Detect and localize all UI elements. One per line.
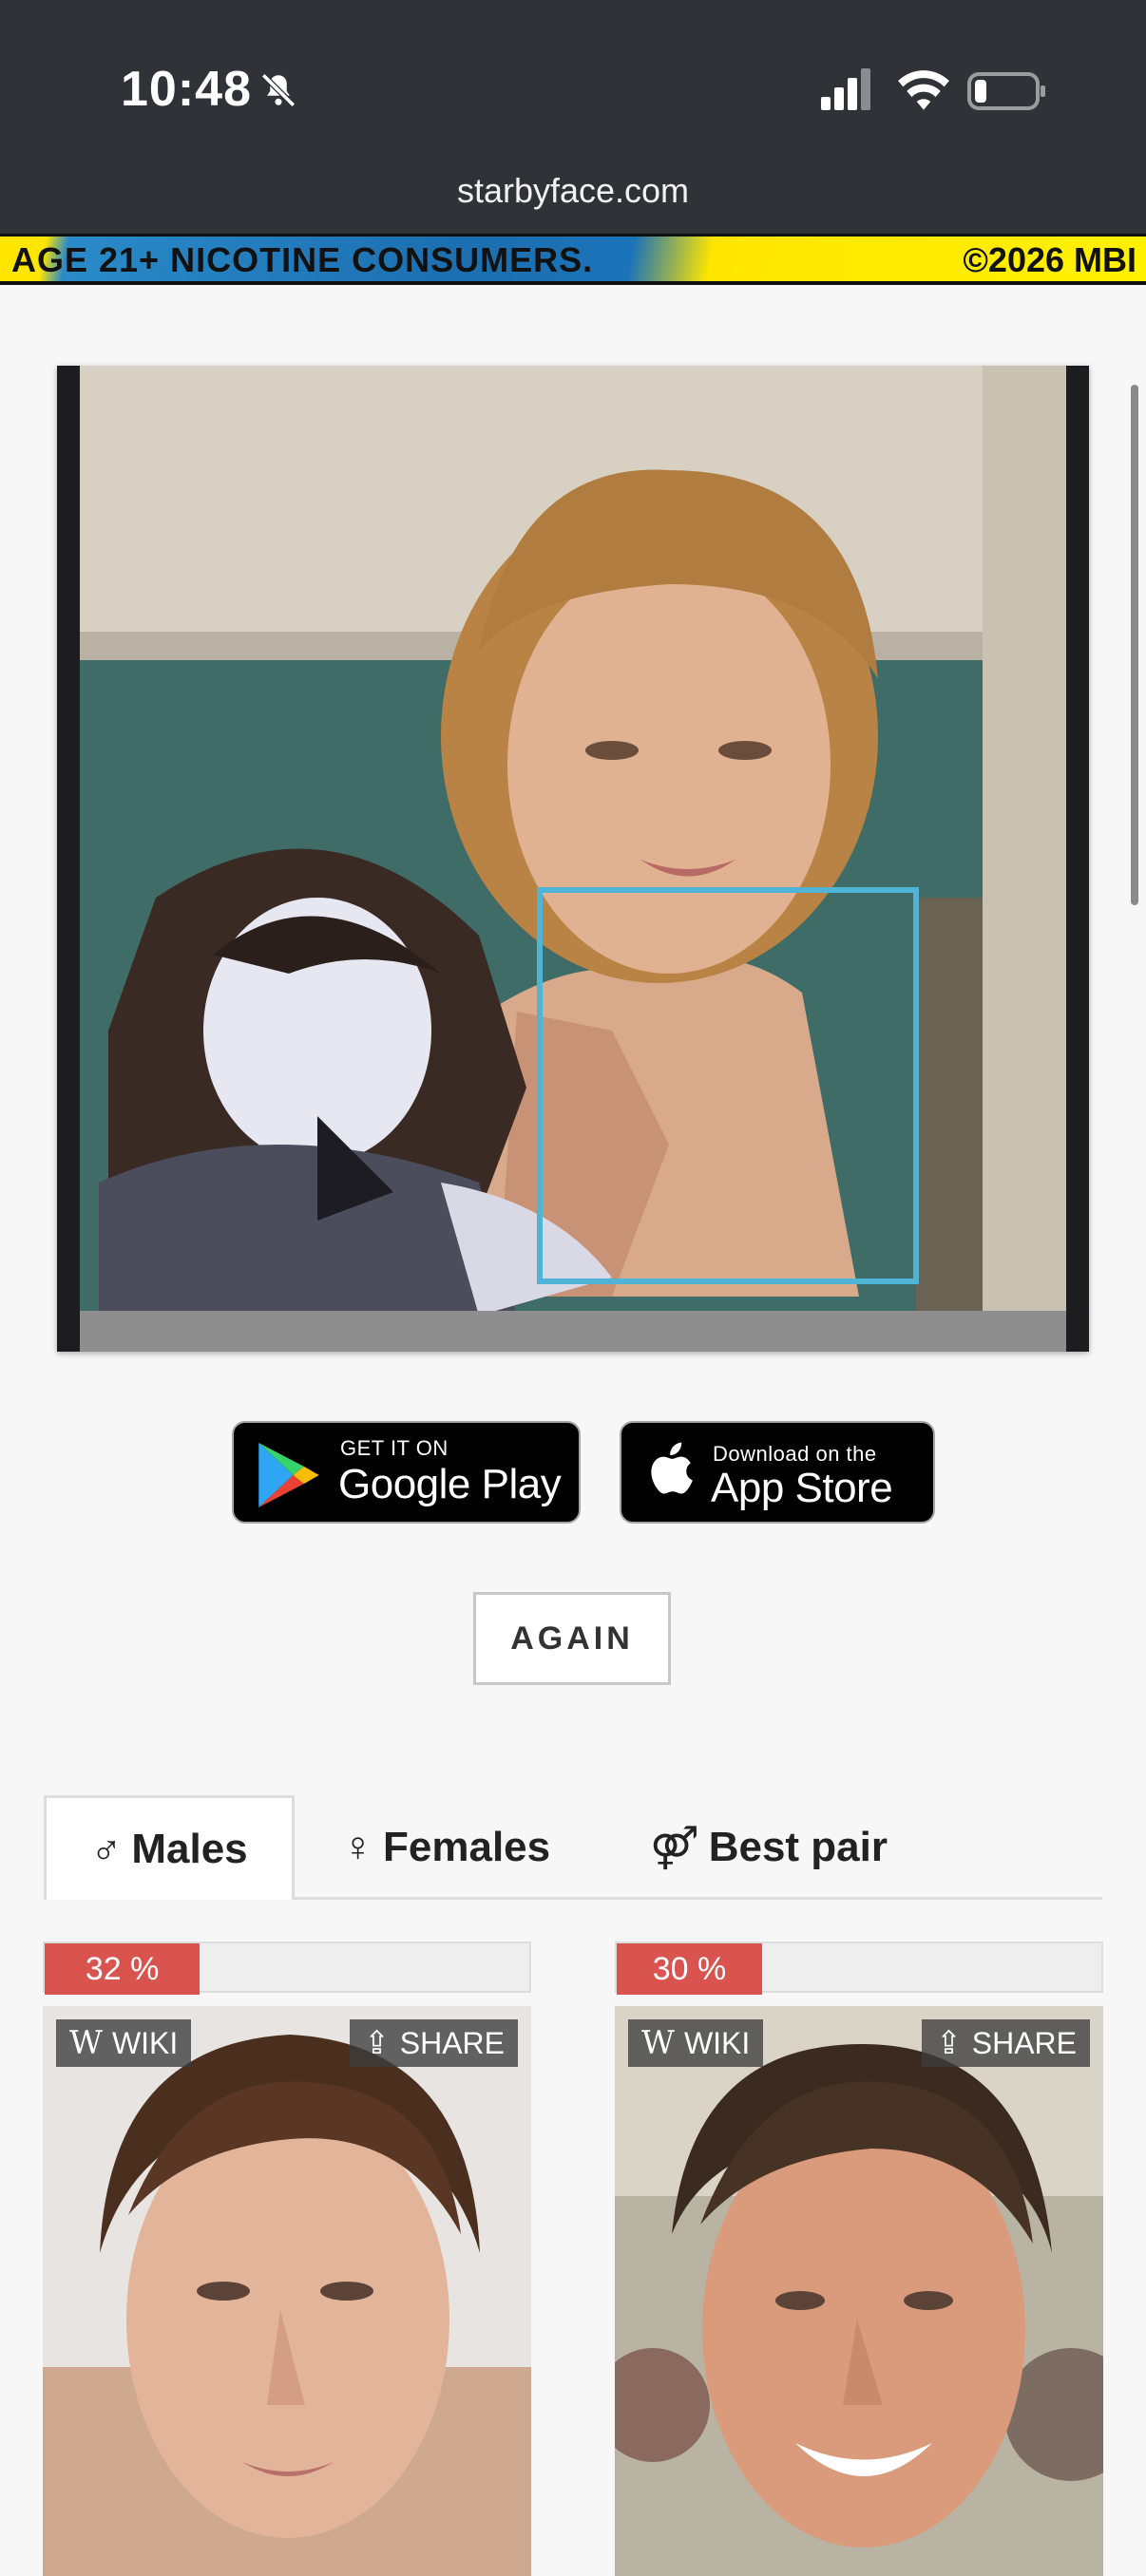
wikipedia-icon: W — [641, 2024, 675, 2062]
wiki-button[interactable]: W WIKI — [628, 2019, 764, 2067]
google-play-badge[interactable]: GET IT ON Google Play — [232, 1421, 581, 1524]
male-icon: ♂ — [90, 1825, 123, 1872]
uploaded-photo-frame — [57, 366, 1089, 1352]
wikipedia-icon: W — [69, 2024, 103, 2062]
status-bar: 10:48 starbyface.com — [0, 0, 1146, 234]
pair-icon: ⚤ — [650, 1824, 699, 1871]
ad-banner[interactable]: AGE 21+ NICOTINE CONSUMERS. ©2026 MBI — [0, 234, 1146, 285]
app-store-badge[interactable]: Download on the App Store — [620, 1421, 935, 1524]
similarity-bar: 30 % — [615, 1941, 1103, 1995]
wiki-label: WIKI — [111, 2025, 179, 2060]
female-icon: ♀ — [342, 1824, 373, 1870]
celebrity-photo[interactable] — [615, 2006, 1103, 2576]
wifi-icon — [898, 70, 949, 110]
tab-label: Males — [131, 1825, 248, 1872]
wiki-label: WIKI — [683, 2025, 751, 2060]
page-scrollbar[interactable] — [1131, 385, 1138, 905]
tab-label: Best pair — [708, 1824, 888, 1870]
tab-females[interactable]: ♀ Females — [342, 1795, 550, 1900]
tab-males[interactable]: ♂ Males — [44, 1795, 295, 1900]
again-button[interactable]: AGAIN — [473, 1592, 671, 1685]
share-label: SHARE — [971, 2025, 1077, 2060]
tab-best-pair[interactable]: ⚤ Best pair — [650, 1795, 888, 1900]
detected-face-box — [537, 887, 919, 1284]
similarity-fill: 32 % — [45, 1943, 201, 1995]
ad-text: AGE 21+ NICOTINE CONSUMERS. — [11, 240, 594, 279]
share-icon: ⇪ — [935, 2024, 963, 2062]
battery-icon — [967, 72, 1045, 110]
celebrity-photo[interactable] — [43, 2006, 531, 2576]
wiki-button[interactable]: W WIKI — [56, 2019, 192, 2067]
share-label: SHARE — [399, 2025, 505, 2060]
app-store-label: App Store — [711, 1465, 893, 1511]
signal-icon — [821, 68, 870, 110]
google-play-icon — [258, 1443, 319, 1507]
bell-slash-icon — [261, 73, 296, 107]
similarity-fill: 30 % — [617, 1943, 762, 1995]
share-button[interactable]: ⇪ SHARE — [350, 2019, 518, 2067]
address-bar-url[interactable]: starbyface.com — [0, 171, 1146, 211]
apple-icon — [651, 1442, 693, 1494]
share-icon: ⇪ — [363, 2024, 391, 2062]
google-play-label: Google Play — [338, 1461, 562, 1507]
ad-copyright: ©2026 MBI — [963, 240, 1136, 279]
similarity-bar: 32 % — [43, 1941, 531, 1995]
app-store-small-text: Download on the — [713, 1442, 877, 1466]
share-button[interactable]: ⇪ SHARE — [922, 2019, 1090, 2067]
google-play-small-text: GET IT ON — [340, 1436, 449, 1460]
tab-label: Females — [383, 1824, 551, 1870]
status-time: 10:48 — [121, 62, 252, 117]
